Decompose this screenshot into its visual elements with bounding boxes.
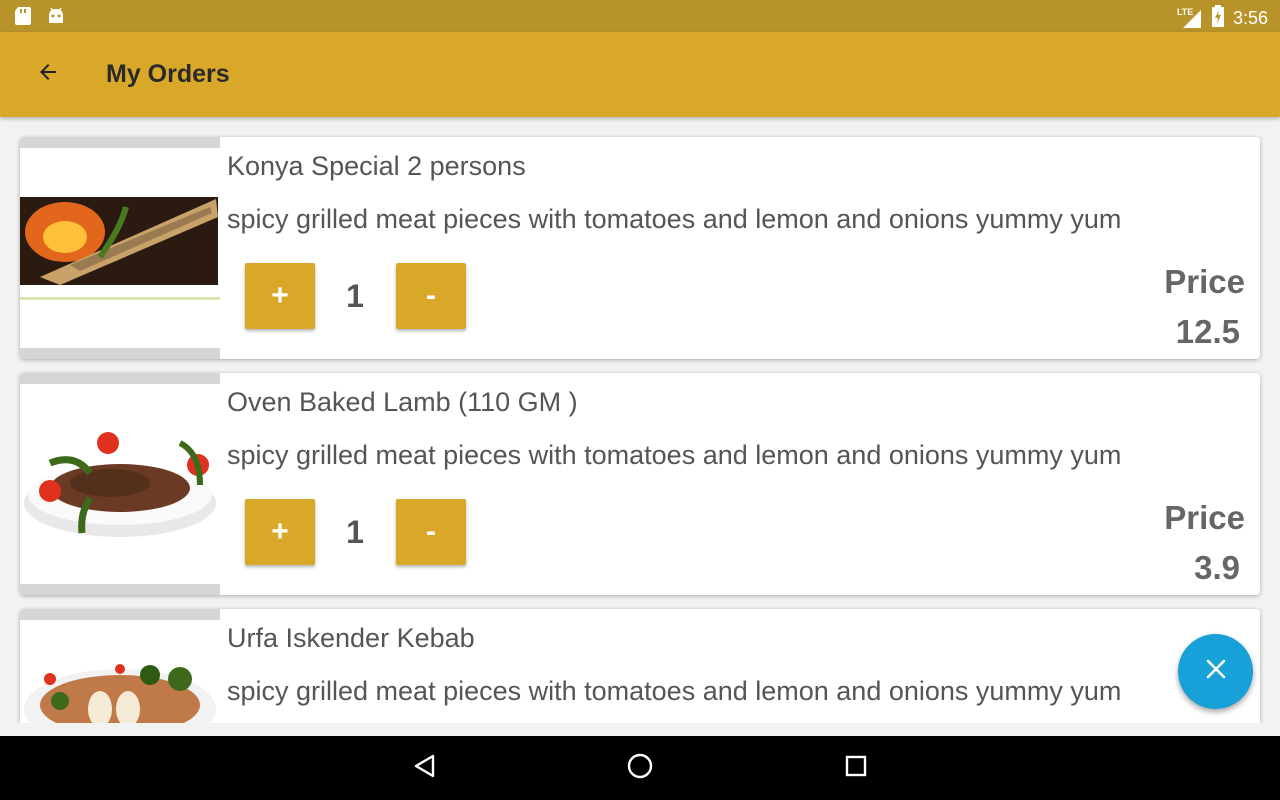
- item-name: Oven Baked Lamb (110 GM ): [227, 387, 578, 417]
- item-description: spicy grilled meat pieces with tomatoes …: [227, 440, 1122, 470]
- decrease-quantity-button[interactable]: -: [396, 499, 466, 565]
- price-value: 3.9: [1194, 549, 1240, 586]
- food-image: [20, 373, 220, 595]
- sd-card-icon: [14, 6, 32, 31]
- back-triangle-icon: [412, 753, 438, 784]
- nav-back-button[interactable]: [403, 748, 447, 788]
- quantity-value: 1: [346, 513, 364, 550]
- quantity-value: 1: [346, 277, 364, 314]
- item-name: Konya Special 2 persons: [227, 151, 526, 181]
- close-fab-button[interactable]: [1178, 634, 1253, 709]
- item-name: Urfa Iskender Kebab: [227, 623, 475, 653]
- food-image: [20, 609, 220, 723]
- nav-home-button[interactable]: [618, 748, 662, 788]
- status-time: 3:56: [1232, 8, 1268, 28]
- battery-charging-icon: [1211, 5, 1225, 32]
- increase-quantity-button[interactable]: +: [245, 499, 315, 565]
- system-nav-bar: [0, 736, 1280, 800]
- page-title: My Orders: [106, 60, 230, 88]
- network-type: LTE: [1176, 6, 1194, 17]
- price-value: 12.5: [1175, 313, 1240, 350]
- price-label: Price: [1164, 499, 1245, 536]
- order-card: Urfa Iskender Kebab spicy grilled meat p…: [20, 609, 1260, 723]
- arrow-back-icon: [36, 60, 60, 89]
- increase-quantity-button[interactable]: +: [245, 263, 315, 329]
- android-icon: [46, 6, 66, 31]
- order-card: Oven Baked Lamb (110 GM ) spicy grilled …: [20, 373, 1260, 595]
- lte-signal-icon: LTE: [1176, 6, 1203, 29]
- nav-recents-button[interactable]: [834, 748, 878, 788]
- close-icon: [1205, 658, 1227, 685]
- item-description: spicy grilled meat pieces with tomatoes …: [227, 676, 1122, 706]
- app-bar: My Orders: [0, 32, 1280, 117]
- recents-square-icon: [844, 754, 868, 783]
- home-circle-icon: [626, 752, 654, 785]
- back-button[interactable]: [28, 54, 68, 94]
- decrease-quantity-button[interactable]: -: [396, 263, 466, 329]
- orders-list[interactable]: Konya Special 2 persons spicy grilled me…: [0, 117, 1280, 723]
- status-bar: LTE 3:56: [0, 0, 1280, 32]
- price-label: Price: [1164, 263, 1245, 300]
- item-description: spicy grilled meat pieces with tomatoes …: [227, 204, 1122, 234]
- food-image: [20, 137, 220, 359]
- order-card: Konya Special 2 persons spicy grilled me…: [20, 137, 1260, 359]
